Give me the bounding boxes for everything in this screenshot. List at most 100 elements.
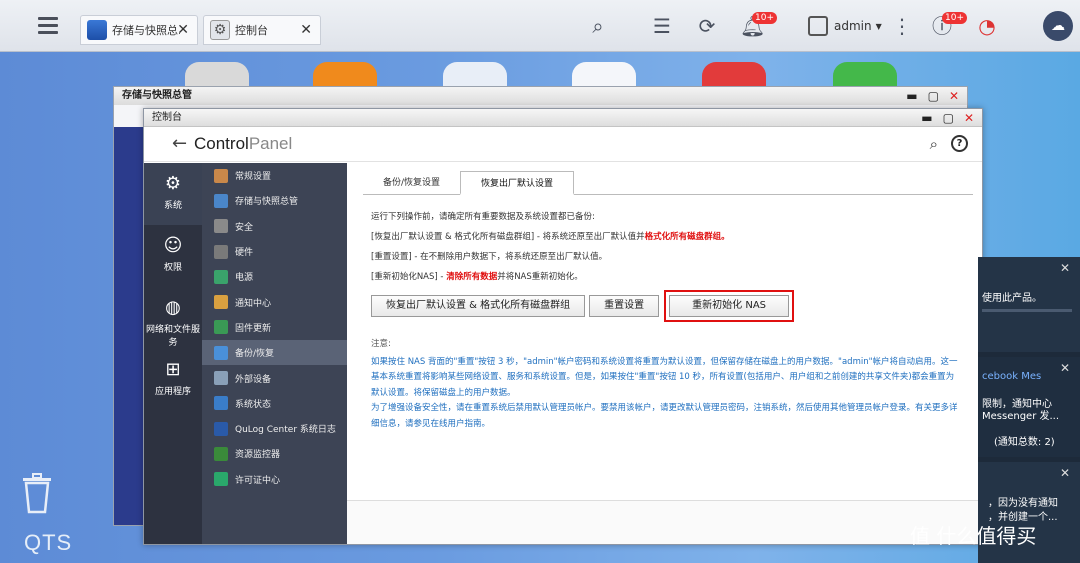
category-label: 系统 <box>163 201 182 211</box>
external-device-icon <box>214 371 228 386</box>
category-label: 应用程序 <box>154 387 191 397</box>
minimize-icon[interactable]: ▬ <box>921 111 932 125</box>
taskbar: 存储与快照总... ✕ ⚙ 控制台 ✕ ⌕ ☰ ⟳ 🔔︎ 10+ admin ▼… <box>0 0 1080 52</box>
control-panel-header: ← ControlPanel ⌕ ? <box>144 127 982 162</box>
category-privilege[interactable]: ☺ 权限 <box>144 225 202 287</box>
tab-storage[interactable]: 存储与快照总... ✕ <box>80 15 198 45</box>
content-area: 备份/恢复设置 恢复出厂默认设置 运行下列操作前，请确定所有重要数据及系统设置都… <box>347 163 982 544</box>
sub-item-system-status[interactable]: 系统状态 <box>202 391 347 416</box>
log-icon <box>214 421 228 436</box>
back-arrow-icon[interactable]: ← <box>172 133 187 154</box>
qts-brand: QTS <box>24 530 73 555</box>
notification-text: Messenger 发... <box>982 411 1060 422</box>
notification-badge: 10+ <box>752 12 777 24</box>
close-icon[interactable]: ✕ <box>949 89 959 103</box>
help-icon[interactable]: ? <box>951 135 968 152</box>
sub-item-external-device[interactable]: 外部设备 <box>202 365 347 390</box>
search-icon[interactable]: ⌕ <box>586 14 610 38</box>
user-icon: ☺ <box>163 235 183 256</box>
apps-grid-icon: ⊞ <box>165 359 181 380</box>
sub-item-notification[interactable]: 通知中心 <box>202 289 347 314</box>
sub-item-general[interactable]: 常规设置 <box>202 163 347 188</box>
lock-icon <box>214 219 228 234</box>
sub-item-license[interactable]: 许可证中心 <box>202 467 347 492</box>
close-icon[interactable]: ✕ <box>1060 466 1070 480</box>
close-icon[interactable]: ✕ <box>177 22 189 38</box>
sub-item-firmware[interactable]: 固件更新 <box>202 315 347 340</box>
category-sidebar: ⚙ 系统 ☺ 权限 ◍ 网络和文件服务 ⊞ 应用程序 <box>144 163 202 544</box>
maximize-icon[interactable]: ▢ <box>943 111 954 125</box>
notes-title: 注意: <box>371 339 391 349</box>
username: admin <box>834 19 872 33</box>
factory-reset-button[interactable]: 恢复出厂默认设置 & 格式化所有磁盘群组 <box>371 295 586 317</box>
reinit-desc: [重新初始化NAS] - 清除所有数据并将NAS重新初始化。 <box>371 272 583 282</box>
content-tabs: 备份/恢复设置 恢复出厂默认设置 <box>363 171 973 195</box>
control-panel-window: 控制台 ▬ ▢ ✕ ← ControlPanel ⌕ ? ⚙ 系统 ☺ 权限 ◍… <box>143 108 983 545</box>
category-system[interactable]: ⚙ 系统 <box>144 163 202 225</box>
cloud-icon[interactable]: ☁ <box>1043 11 1073 41</box>
window-title: 控制台 <box>144 109 982 127</box>
close-icon[interactable]: ✕ <box>1060 261 1070 275</box>
sub-item-security[interactable]: 安全 <box>202 214 347 239</box>
category-network[interactable]: ◍ 网络和文件服务 <box>144 287 202 349</box>
factory-reset-desc: [恢复出厂默认设置 & 格式化所有磁盘群组] - 将系统还原至出厂默认值并格式化… <box>371 232 730 242</box>
sub-item-resource-monitor[interactable]: 资源监控器 <box>202 441 347 466</box>
window-controls: ▬ ▢ ✕ <box>906 89 959 103</box>
category-applications[interactable]: ⊞ 应用程序 <box>144 349 202 411</box>
notification-panel: ✕ 使用此产品。 ✕ cebook Mes 限制，通知中心 Messenger … <box>978 257 1080 563</box>
notification-title: cebook Mes <box>982 371 1042 382</box>
trash-icon[interactable] <box>20 472 54 514</box>
main-menu-button[interactable] <box>38 14 58 36</box>
maximize-icon[interactable]: ▢ <box>928 89 939 103</box>
tab-backup-restore-settings[interactable]: 备份/恢复设置 <box>363 171 460 194</box>
chart-icon <box>214 446 228 461</box>
notification-card[interactable]: ✕ cebook Mes 限制，通知中心 Messenger 发... (通知总… <box>978 357 1080 457</box>
notification-text: ，因为没有通知 <box>988 498 1058 509</box>
reset-settings-desc: [重置设置] - 在不删除用户数据下，将系统还原至出厂默认值。 <box>371 252 608 262</box>
sub-item-qulog[interactable]: QuLog Center 系统日志 <box>202 416 347 441</box>
intro-text: 运行下列操作前，请确定所有重要数据及系统设置都已备份: <box>371 212 595 222</box>
hardware-icon <box>214 244 228 259</box>
watermark: 值 什么值得买 <box>910 524 1037 548</box>
task-list-icon[interactable]: ☰ <box>650 14 674 38</box>
dashboard-gauge-icon[interactable]: ◔ <box>975 14 999 38</box>
reset-settings-button[interactable]: 重置设置 <box>589 295 660 317</box>
close-icon[interactable]: ✕ <box>1060 361 1070 375</box>
sub-item-power[interactable]: 电源 <box>202 264 347 289</box>
back-sidebar <box>114 127 144 525</box>
globe-icon: ◍ <box>165 297 181 318</box>
search-icon[interactable]: ⌕ <box>930 135 938 153</box>
notification-total: (通知总数: 2) <box>994 437 1055 448</box>
license-icon <box>214 472 228 487</box>
monitor-icon <box>214 396 228 411</box>
close-icon[interactable]: ✕ <box>964 111 974 125</box>
sync-icon[interactable]: ⟳ <box>695 14 719 38</box>
note-security: 为了增强设备安全性，请在重置系统后禁用默认管理员帐户。要禁用该帐户，请更改默认管… <box>371 403 958 429</box>
user-avatar-icon <box>808 16 828 36</box>
gear-icon: ⚙ <box>210 20 230 40</box>
category-label: 权限 <box>163 263 182 273</box>
window-controls: ▬ ▢ ✕ <box>921 111 974 125</box>
reinitialize-nas-button[interactable]: 重新初始化 NAS <box>664 290 795 322</box>
user-menu[interactable]: admin ▼ <box>808 16 882 36</box>
power-icon <box>214 269 228 284</box>
sub-item-backup-restore[interactable]: 备份/恢复 <box>202 340 347 366</box>
notification-card[interactable]: ✕ 使用此产品。 <box>978 257 1080 352</box>
tab-label: 存储与快照总... <box>112 24 180 37</box>
general-settings-icon <box>214 168 228 183</box>
close-icon[interactable]: ✕ <box>300 22 312 38</box>
sub-item-hardware[interactable]: 硬件 <box>202 239 347 264</box>
category-label: 网络和文件服务 <box>145 325 200 348</box>
window-title: 存储与快照总管 <box>114 87 967 105</box>
minimize-icon[interactable]: ▬ <box>906 89 917 103</box>
gear-icon: ⚙ <box>164 173 182 194</box>
control-panel-logo: ControlPanel <box>194 134 293 153</box>
tab-control-panel[interactable]: ⚙ 控制台 ✕ <box>203 15 321 45</box>
storage-app-icon <box>87 20 107 40</box>
note-reset-button: 如果按住 NAS 背面的"重置"按钮 3 秒，"admin"帐户密码和系统设置将… <box>371 356 958 398</box>
sub-item-storage[interactable]: 存储与快照总管 <box>202 188 347 213</box>
backup-icon <box>214 345 228 360</box>
tab-factory-reset[interactable]: 恢复出厂默认设置 <box>460 171 575 195</box>
more-options-icon[interactable]: ⋮ <box>890 14 914 38</box>
instructions: 运行下列操作前，请确定所有重要数据及系统设置都已备份: [恢复出厂默认设置 & … <box>371 207 730 287</box>
